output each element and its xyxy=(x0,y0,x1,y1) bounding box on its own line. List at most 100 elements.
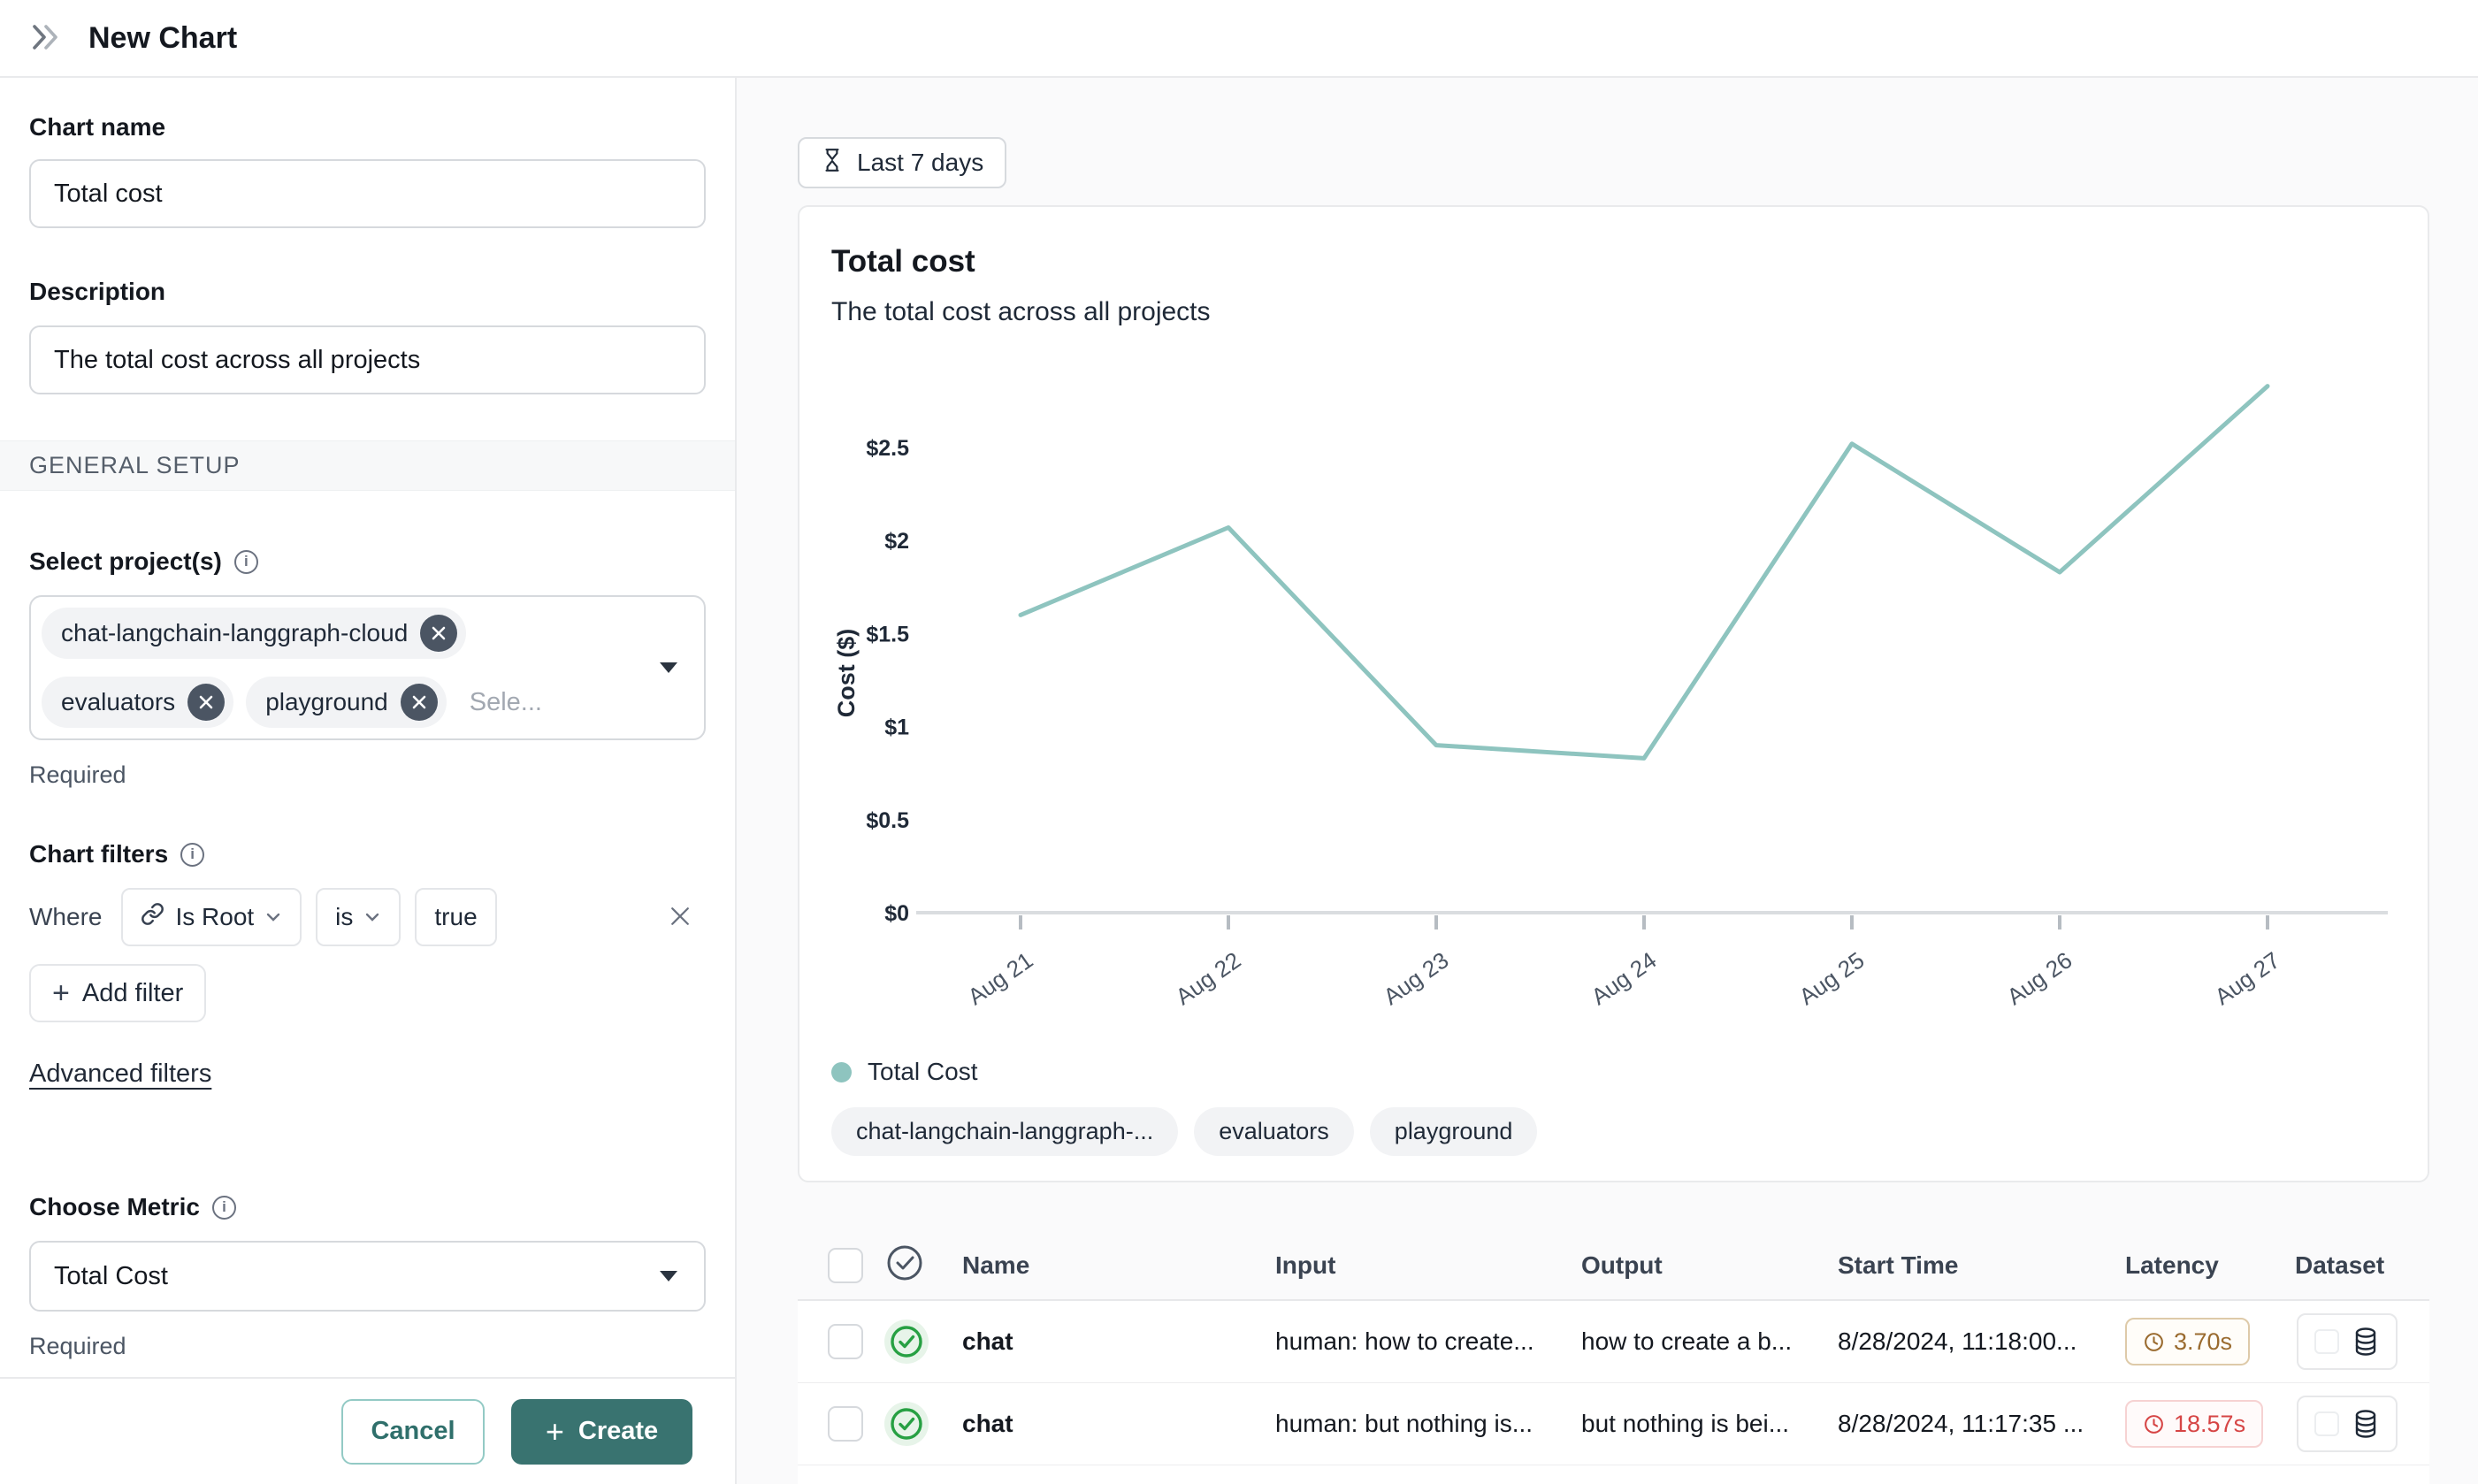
col-header-output[interactable]: Output xyxy=(1581,1251,1838,1280)
metric-select[interactable]: Total Cost xyxy=(29,1241,706,1312)
latency-badge: 3.70s xyxy=(2125,1318,2250,1365)
chart-card-title: Total cost xyxy=(831,244,2396,279)
latency-value: 18.57s xyxy=(2174,1411,2245,1438)
success-check-icon xyxy=(884,1402,929,1446)
table-header-row: Name Input Output Start Time Latency Dat… xyxy=(798,1231,2429,1301)
run-name: chat xyxy=(962,1410,1275,1438)
top-header: New Chart xyxy=(0,0,2478,78)
project-tags-row: chat-langchain-langgraph-... evaluators … xyxy=(831,1107,2396,1156)
add-to-dataset-button[interactable] xyxy=(2297,1396,2398,1452)
filter-field-dropdown[interactable]: Is Root xyxy=(121,888,302,946)
run-input: human: how to create... xyxy=(1275,1327,1581,1356)
add-filter-button[interactable]: + Add filter xyxy=(29,964,206,1022)
create-button[interactable]: + Create xyxy=(511,1399,692,1465)
col-header-start-time[interactable]: Start Time xyxy=(1838,1251,2125,1280)
svg-text:Aug 24: Aug 24 xyxy=(1587,946,1662,1010)
runs-table: Name Input Output Start Time Latency Dat… xyxy=(798,1231,2429,1484)
svg-text:Aug 25: Aug 25 xyxy=(1794,946,1870,1010)
svg-text:$1: $1 xyxy=(884,715,909,740)
row-checkbox[interactable] xyxy=(828,1406,863,1442)
legend-label: Total Cost xyxy=(868,1058,978,1086)
clock-icon xyxy=(2143,1331,2165,1353)
metric-select-value: Total Cost xyxy=(54,1262,168,1291)
chart-name-label: Chart name xyxy=(29,113,706,142)
description-input[interactable] xyxy=(29,325,706,394)
chart-legend: Total Cost xyxy=(831,1058,2396,1086)
general-setup-title: GENERAL SETUP xyxy=(29,452,241,478)
filter-where-label: Where xyxy=(29,903,102,931)
project-multiselect[interactable]: chat-langchain-langgraph-cloud evaluator… xyxy=(29,595,706,740)
col-header-latency[interactable]: Latency xyxy=(2125,1251,2295,1280)
form-footer: Cancel + Create xyxy=(0,1377,735,1484)
add-to-dataset-button[interactable] xyxy=(2297,1313,2398,1370)
time-range-label: Last 7 days xyxy=(857,149,983,177)
collapse-panel-button[interactable] xyxy=(27,20,65,56)
row-checkbox[interactable] xyxy=(828,1324,863,1359)
table-row[interactable]: chat human: how to create... how to crea… xyxy=(798,1301,2429,1383)
close-icon xyxy=(431,625,447,641)
remove-project-button[interactable] xyxy=(420,615,457,652)
project-chip: playground xyxy=(246,677,447,728)
svg-text:Aug 27: Aug 27 xyxy=(2210,946,2285,1010)
plus-icon: + xyxy=(52,978,70,1008)
chevron-down-icon xyxy=(660,1271,677,1281)
dataset-checkbox[interactable] xyxy=(2314,1411,2339,1436)
svg-text:Aug 22: Aug 22 xyxy=(1171,946,1246,1010)
close-icon xyxy=(411,694,427,710)
svg-text:Aug 21: Aug 21 xyxy=(963,946,1038,1010)
run-output: but nothing is bei... xyxy=(1581,1410,1838,1438)
cancel-button[interactable]: Cancel xyxy=(341,1399,485,1465)
description-label: Description xyxy=(29,278,706,306)
select-projects-label: Select project(s) xyxy=(29,547,222,576)
remove-filter-button[interactable] xyxy=(667,903,693,932)
latency-badge: 18.57s xyxy=(2125,1400,2263,1448)
run-input: human: but nothing is... xyxy=(1275,1410,1581,1438)
col-header-name[interactable]: Name xyxy=(962,1251,1275,1280)
remove-project-button[interactable] xyxy=(401,684,438,721)
circled-check-icon xyxy=(884,1243,925,1283)
time-range-button[interactable]: Last 7 days xyxy=(798,137,1006,188)
project-chip-label: playground xyxy=(265,688,388,716)
status-column-icon xyxy=(884,1243,962,1288)
database-icon xyxy=(2352,1327,2380,1357)
chart-filters-info-icon[interactable]: i xyxy=(180,843,204,867)
select-all-checkbox[interactable] xyxy=(828,1248,863,1283)
metric-required-hint: Required xyxy=(29,1333,706,1360)
project-tag: chat-langchain-langgraph-... xyxy=(831,1107,1178,1156)
svg-text:Cost ($): Cost ($) xyxy=(833,629,860,718)
link-icon xyxy=(141,902,164,932)
cost-line-chart: $0$0.5$1$1.5$2$2.5Cost ($)Aug 21Aug 22Au… xyxy=(831,333,2398,1022)
svg-text:$1.5: $1.5 xyxy=(866,622,909,646)
svg-text:$2: $2 xyxy=(884,529,909,554)
run-start-time: 8/28/2024, 11:17:35 ... xyxy=(1838,1410,2125,1438)
filter-operator-value: is xyxy=(335,903,353,931)
project-tag: evaluators xyxy=(1194,1107,1354,1156)
col-header-input[interactable]: Input xyxy=(1275,1251,1581,1280)
general-setup-section-header: GENERAL SETUP xyxy=(0,440,735,491)
projects-required-hint: Required xyxy=(29,761,706,789)
run-output: how to create a b... xyxy=(1581,1327,1838,1356)
project-tag: playground xyxy=(1370,1107,1538,1156)
filter-operator-dropdown[interactable]: is xyxy=(316,888,401,946)
project-select-placeholder: Sele... xyxy=(470,688,542,717)
close-icon xyxy=(198,694,214,710)
choose-metric-info-icon[interactable]: i xyxy=(212,1196,236,1220)
new-chart-form-panel: Chart name Description GENERAL SETUP Sel… xyxy=(0,78,737,1484)
remove-project-button[interactable] xyxy=(187,684,225,721)
close-icon xyxy=(667,903,693,929)
col-header-dataset[interactable]: Dataset xyxy=(2295,1251,2429,1280)
hourglass-icon xyxy=(821,148,844,179)
latency-value: 3.70s xyxy=(2174,1328,2232,1356)
dataset-checkbox[interactable] xyxy=(2314,1329,2339,1354)
filter-value-input[interactable]: true xyxy=(415,888,496,946)
database-icon xyxy=(2352,1409,2380,1439)
advanced-filters-link[interactable]: Advanced filters xyxy=(29,1059,211,1089)
svg-text:$0: $0 xyxy=(884,901,909,926)
select-projects-info-icon[interactable]: i xyxy=(234,550,258,574)
row-status xyxy=(884,1402,962,1446)
double-chevron-right-icon xyxy=(29,22,63,55)
create-button-label: Create xyxy=(578,1417,658,1446)
chart-name-input[interactable] xyxy=(29,159,706,228)
table-row[interactable]: chat human: but nothing is... but nothin… xyxy=(798,1383,2429,1465)
project-chip-label: evaluators xyxy=(61,688,175,716)
